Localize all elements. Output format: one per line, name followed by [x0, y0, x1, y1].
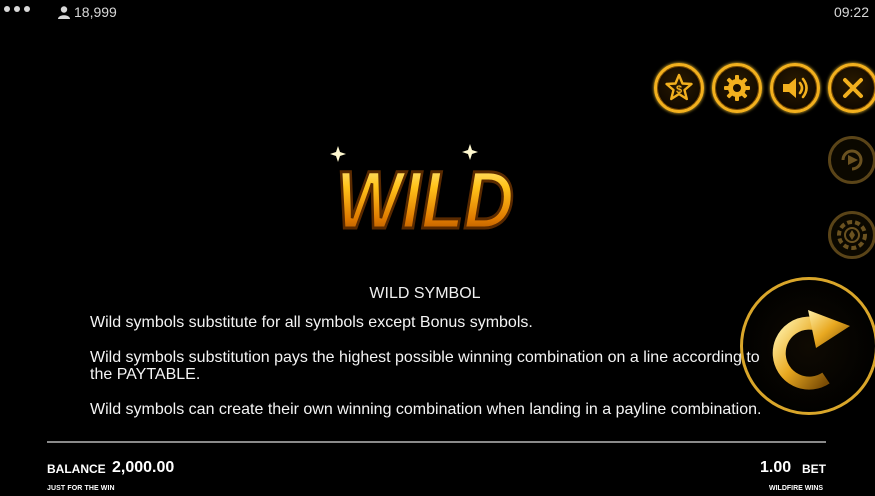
bet-chip-button[interactable]: [828, 211, 875, 259]
game-caption-left: JUST FOR THE WIN: [47, 485, 115, 492]
bet-value[interactable]: 1.00: [760, 459, 791, 477]
close-icon: [843, 78, 863, 98]
chip-icon: [837, 220, 867, 250]
wild-logo: WILD: [330, 140, 520, 248]
player-balance-value: 18,999: [74, 4, 117, 20]
bet-label: BET: [802, 462, 826, 476]
settings-button[interactable]: [712, 63, 762, 113]
speaker-icon: [783, 77, 808, 99]
description-paragraph: Wild symbols substitution pays the highe…: [90, 349, 760, 383]
user-icon: [58, 5, 70, 19]
game-caption-right: WILDFIRE WINS: [769, 485, 824, 492]
menu-dots-icon[interactable]: [4, 6, 30, 12]
balance-label: BALANCE: [47, 462, 106, 476]
spin-arrow-icon: [772, 310, 850, 390]
svg-text:$: $: [676, 84, 682, 96]
description-paragraph: Wild symbols substitute for all symbols …: [90, 314, 533, 331]
section-heading: WILD SYMBOL: [369, 285, 481, 302]
description-paragraph: Wild symbols can create their own winnin…: [90, 401, 762, 418]
gear-icon: [724, 75, 750, 101]
wild-logo-text: WILD: [336, 155, 514, 245]
star-dollar-icon: $: [665, 73, 693, 101]
close-button[interactable]: [828, 63, 875, 113]
autoplay-button[interactable]: [828, 136, 875, 184]
player-balance: 18,999: [58, 4, 117, 20]
divider: [47, 441, 826, 443]
balance-value: 2,000.00: [112, 459, 175, 476]
autoplay-icon: [841, 149, 863, 171]
sound-button[interactable]: [770, 63, 820, 113]
clock: 09:22: [833, 4, 869, 20]
paytable-button[interactable]: $: [654, 63, 704, 113]
